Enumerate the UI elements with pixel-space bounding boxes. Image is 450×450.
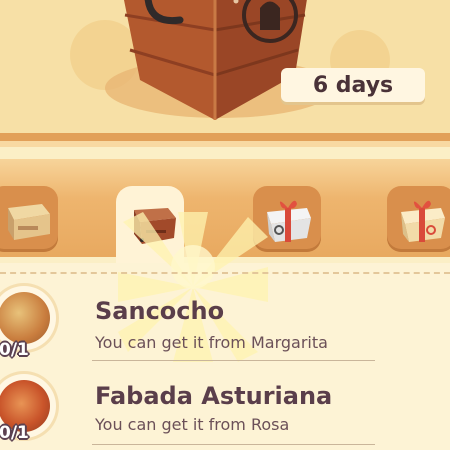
dish-count: 0/1	[0, 340, 29, 360]
recipe-source: You can get it from Margarita	[95, 333, 328, 352]
row-separator	[92, 360, 375, 361]
tab-crate-plain[interactable]	[0, 186, 58, 252]
dish-count: 0/1	[0, 423, 29, 443]
row-separator	[92, 444, 375, 445]
wooden-crate-icon	[124, 0, 307, 120]
recipe-source: You can get it from Rosa	[95, 415, 290, 434]
list-item[interactable]: 0/1 Fabada Asturiana You can get it from…	[0, 370, 450, 450]
rail-trim	[0, 133, 450, 141]
recipe-name: Sancocho	[95, 297, 225, 325]
tab-gift-box-cream[interactable]	[387, 186, 450, 252]
plain-crate-icon	[8, 204, 50, 240]
cream-gift-box-icon	[401, 200, 445, 242]
recipe-name: Fabada Asturiana	[95, 382, 333, 410]
rail-gap	[0, 147, 450, 159]
section-divider	[0, 272, 450, 274]
reward-hero: 6 days	[0, 0, 450, 133]
list-item[interactable]: 0/1 Sancocho You can get it from Margari…	[0, 280, 450, 361]
timer-badge: 6 days	[281, 68, 425, 102]
